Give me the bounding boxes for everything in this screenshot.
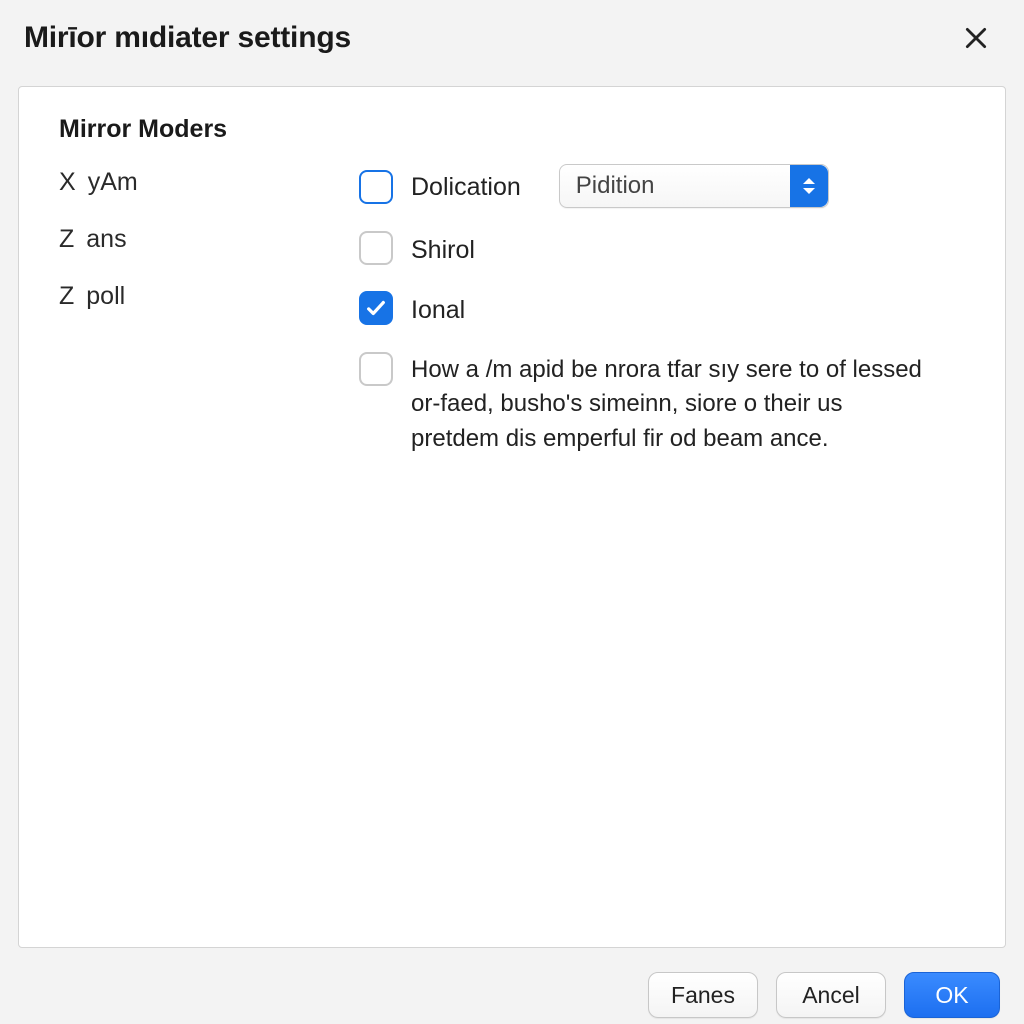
axis-letter: Z	[59, 282, 74, 311]
option-label-dolication: Dolication	[411, 167, 521, 205]
select-pidition[interactable]: Pidition	[559, 164, 829, 208]
checkbox-shirol[interactable]	[359, 231, 393, 265]
checkbox-dolication[interactable]	[359, 170, 393, 204]
option-row-description: How a /m apid be nrora tfar sıy sere to …	[359, 351, 969, 457]
axis-item-z-ans[interactable]: Z ans	[59, 225, 319, 254]
ok-button[interactable]: OK	[904, 972, 1000, 1018]
axis-item-x[interactable]: X yAm	[59, 168, 319, 197]
chevron-up-icon	[802, 176, 816, 185]
select-value: Pidition	[576, 172, 655, 200]
settings-panel: Mirror Moders X yAm Z ans Z poll	[18, 86, 1006, 948]
axis-list: X yAm Z ans Z poll	[59, 162, 319, 457]
settings-columns: X yAm Z ans Z poll Dolication Piditi	[59, 162, 969, 457]
options-column: Dolication Pidition Shirol	[359, 162, 969, 457]
option-row-shirol: Shirol	[359, 230, 969, 268]
checkbox-ional[interactable]	[359, 291, 393, 325]
dialog-title: Mirīor mıdiater settings	[24, 21, 351, 55]
axis-letter: Z	[59, 225, 74, 254]
option-label-shirol: Shirol	[411, 230, 475, 268]
close-button[interactable]	[956, 18, 996, 58]
axis-label: ans	[86, 225, 126, 254]
check-icon	[365, 297, 387, 319]
checkbox-description[interactable]	[359, 352, 393, 386]
chevron-down-icon	[802, 187, 816, 196]
option-label-description: How a /m apid be nrora tfar sıy sere to …	[411, 351, 931, 457]
axis-letter: X	[59, 168, 76, 197]
section-title: Mirror Moders	[59, 115, 969, 144]
dialog-window: Mirīor mıdiater settings Mirror Moders X…	[0, 0, 1024, 1024]
dialog-titlebar: Mirīor mıdiater settings	[0, 0, 1024, 76]
close-icon	[963, 25, 989, 51]
fanes-button[interactable]: Fanes	[648, 972, 758, 1018]
option-label-ional: Ional	[411, 290, 465, 328]
select-stepper-icon	[790, 165, 828, 207]
ancel-button[interactable]: Ancel	[776, 972, 886, 1018]
option-row-dolication: Dolication Pidition	[359, 164, 969, 208]
axis-item-z-poll[interactable]: Z poll	[59, 282, 319, 311]
axis-label: yAm	[88, 168, 138, 197]
axis-label: poll	[86, 282, 125, 311]
dialog-footer: Fanes Ancel OK	[0, 948, 1024, 1024]
option-row-ional: Ional	[359, 290, 969, 328]
